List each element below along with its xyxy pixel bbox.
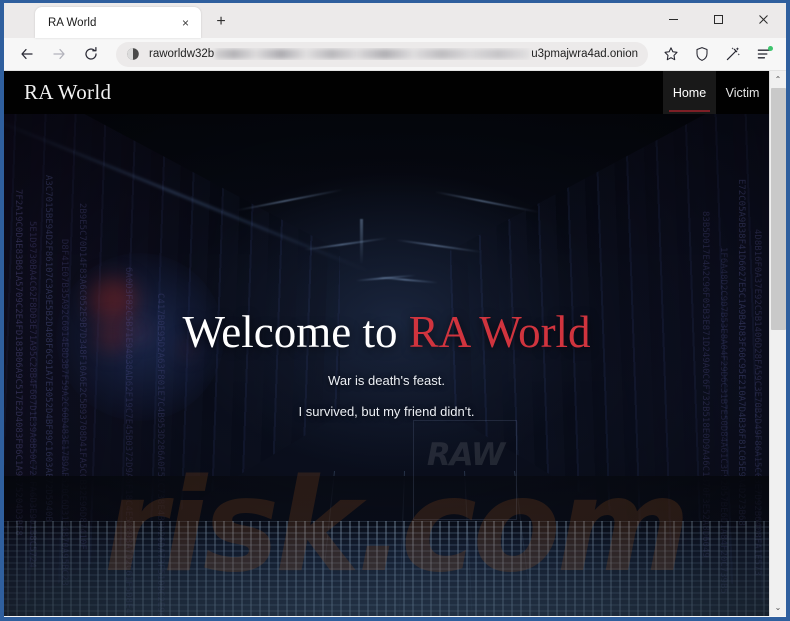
page-title-accent: RA World	[409, 307, 591, 357]
tab-strip-left-spacer	[4, 3, 35, 38]
settings-update-badge	[768, 46, 773, 51]
watermark-raw-text: RAW	[408, 437, 523, 473]
browser-toolbar: raworldw32b u3pmajwra4ad.onion	[4, 38, 786, 71]
page-scrollbar[interactable]: ⌃ ⌄	[769, 71, 786, 616]
window-controls	[651, 3, 786, 35]
favorites-star-icon[interactable]	[656, 40, 685, 69]
browser-tab-title: RA World	[48, 17, 176, 29]
site-navigation: RA World Home Victim	[4, 71, 769, 114]
site-information-icon[interactable]	[126, 47, 140, 61]
browser-window-inner: RA World × +	[4, 3, 786, 617]
minimize-button[interactable]	[651, 3, 696, 35]
tracking-protection-shield-icon[interactable]	[687, 40, 716, 69]
scrollbar-thumb[interactable]	[771, 88, 786, 330]
browser-tab[interactable]: RA World ×	[35, 7, 201, 38]
hero-tagline-1: War is death's feast.	[4, 373, 769, 388]
site-nav-spacer	[111, 71, 663, 114]
back-button[interactable]	[12, 40, 41, 69]
forward-button[interactable]	[44, 40, 73, 69]
url-suffix: u3pmajwra4ad.onion	[531, 48, 638, 60]
collections-wand-icon[interactable]	[718, 40, 747, 69]
nav-item-victim[interactable]: Victim	[716, 71, 769, 114]
settings-menu-icon[interactable]	[749, 40, 778, 69]
url-prefix: raworldw32b	[149, 48, 214, 60]
tab-close-icon[interactable]: ×	[176, 13, 195, 32]
scrollbar-down-arrow[interactable]: ⌄	[770, 599, 787, 616]
browser-window: RA World × +	[0, 0, 790, 621]
address-bar-url: raworldw32b u3pmajwra4ad.onion	[149, 48, 638, 60]
reload-button[interactable]	[76, 40, 105, 69]
maximize-button[interactable]	[696, 3, 741, 35]
url-redacted-blur	[215, 49, 530, 59]
scrollbar-track[interactable]	[770, 88, 787, 599]
scrollbar-up-arrow[interactable]: ⌃	[770, 71, 787, 88]
nav-item-home[interactable]: Home	[663, 71, 716, 114]
new-tab-button[interactable]: +	[207, 8, 235, 36]
close-button[interactable]	[741, 3, 786, 35]
page-title-plain: Welcome to	[182, 307, 408, 357]
tab-strip: RA World × +	[4, 3, 786, 38]
page-viewport: 7F2A19C0D4E83B61A5709C2E4FD183B06A9C517E…	[4, 71, 786, 616]
address-bar[interactable]: raworldw32b u3pmajwra4ad.onion	[116, 42, 648, 67]
hero-section: Welcome to RA World War is death's feast…	[4, 307, 769, 419]
watermark-risk-text: risk.com	[4, 463, 786, 591]
hero-tagline-2: I survived, but my friend didn't.	[4, 404, 769, 419]
site-brand[interactable]: RA World	[4, 71, 111, 114]
page-title: Welcome to RA World	[4, 307, 769, 359]
